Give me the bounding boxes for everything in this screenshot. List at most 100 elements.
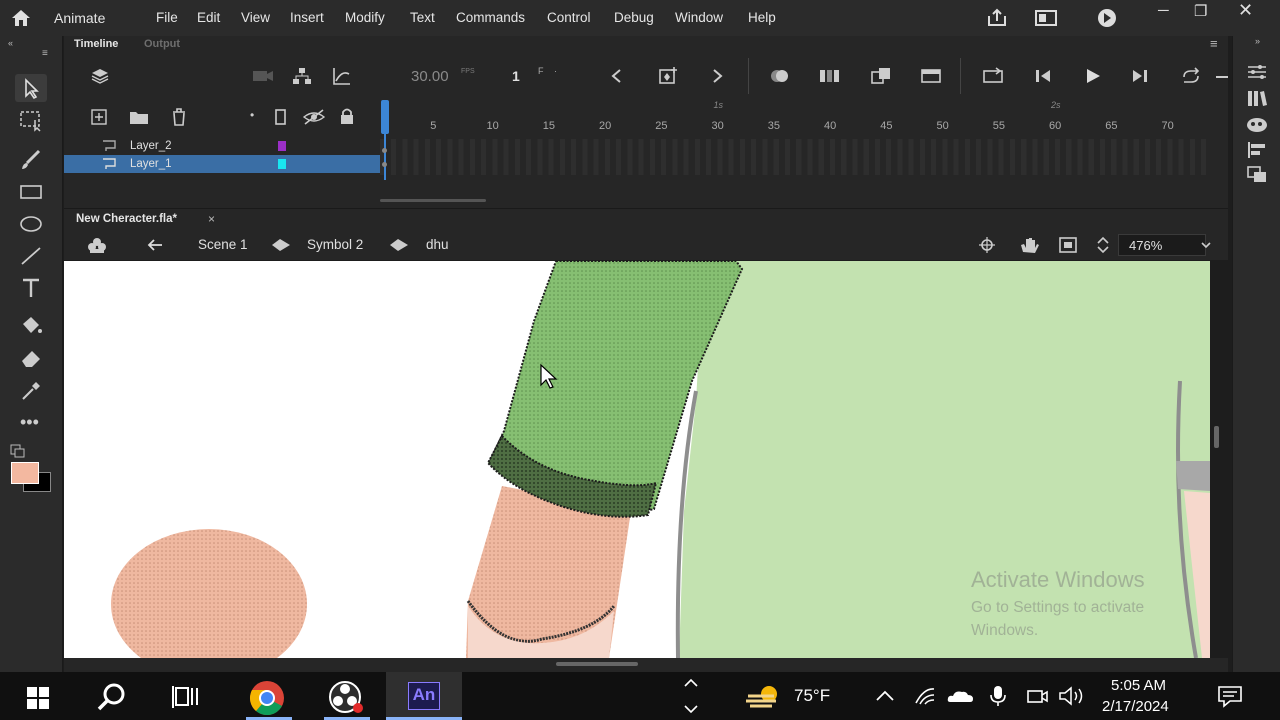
step-back-icon[interactable] [1034,68,1054,84]
outline-icon[interactable] [274,108,288,126]
close-icon[interactable]: ✕ [1238,0,1253,21]
workspace-icon[interactable] [1034,9,1058,27]
paint-bucket-tool[interactable] [18,314,44,338]
volume-icon[interactable] [1058,684,1088,708]
layers-icon[interactable] [90,66,110,86]
prev-keyframe-icon[interactable] [610,68,624,84]
menu-control[interactable]: Control [547,10,591,25]
selection-tool[interactable] [15,74,47,102]
collapse-icon[interactable]: « [8,38,13,48]
new-folder-icon[interactable] [128,108,150,126]
home-icon[interactable] [10,8,32,28]
onedrive-icon[interactable] [946,688,974,704]
menu-insert[interactable]: Insert [290,10,324,25]
stage-canvas[interactable]: Activate Windows Go to Settings to activ… [64,261,1210,658]
menu-help[interactable]: Help [748,10,776,25]
expand-icon[interactable]: » [1255,36,1260,46]
delete-icon[interactable] [170,107,188,127]
highlight-dot-icon[interactable]: • [250,108,254,122]
rectangle-tool[interactable] [18,180,44,204]
library-icon[interactable] [1245,88,1269,108]
stage-vertical-scrollbar[interactable] [1214,426,1219,448]
lock-icon[interactable] [338,106,356,126]
notifications-icon[interactable] [1216,684,1244,708]
layer-color[interactable] [278,159,286,169]
weather-temperature[interactable]: 75°F [794,686,830,706]
circle-shape[interactable] [111,529,307,658]
stage-horizontal-scrollbar[interactable] [556,662,638,666]
fill-color-swatch[interactable] [11,462,39,484]
text-tool[interactable] [18,276,44,300]
layer-name[interactable]: Layer_1 [130,158,172,170]
task-view-icon[interactable] [172,684,202,710]
layer-row[interactable]: Layer_2 [64,137,380,155]
tab-output[interactable]: Output [144,38,180,50]
frame-grid[interactable] [380,139,1210,175]
menu-view[interactable]: View [241,10,270,25]
onion-skin-icon[interactable] [768,68,792,84]
menu-modify[interactable]: Modify [345,10,385,25]
close-tab-icon[interactable]: × [208,212,215,226]
more-controls-icon[interactable] [1216,76,1228,78]
breadcrumb-dhu[interactable]: dhu [426,237,449,252]
insert-keyframe-icon[interactable] [658,65,680,85]
menu-window[interactable]: Window [675,10,723,25]
panel-menu-icon[interactable]: ≡ [42,48,48,59]
camera-icon[interactable] [252,68,274,84]
convert-frames-icon[interactable] [870,66,892,86]
frame-area[interactable]: 5 10 15 20 25 30 35 40 45 50 55 60 65 70 1s 2s [380,100,1210,180]
camera-tray-icon[interactable] [1026,686,1048,706]
more-tools-icon[interactable]: ••• [20,412,39,433]
weather-icon[interactable] [744,682,784,712]
eyedropper-tool[interactable] [18,378,44,402]
clock-date[interactable]: 2/17/2024 [1102,698,1169,715]
assets-icon[interactable] [1245,114,1269,134]
loop-playback-icon[interactable] [1180,67,1202,85]
menu-file[interactable]: File [156,10,178,25]
tab-timeline[interactable]: Timeline [74,38,118,50]
menu-debug[interactable]: Debug [614,10,654,25]
menu-edit[interactable]: Edit [197,10,220,25]
eraser-tool[interactable] [18,346,44,370]
zoom-field[interactable]: 476% [1118,234,1206,256]
new-layer-icon[interactable] [90,108,108,126]
back-arrow-icon[interactable] [146,238,164,252]
chevron-down-icon[interactable] [682,702,700,716]
fit-stage-icon[interactable] [1058,236,1078,254]
search-icon[interactable] [96,682,130,712]
layer-name[interactable]: Layer_2 [130,140,172,152]
free-transform-tool[interactable] [18,108,44,132]
brush-tool[interactable] [18,148,44,172]
oval-tool[interactable] [18,212,44,236]
symbol-icon[interactable] [86,236,108,254]
edit-multiple-frames-icon[interactable] [818,66,840,86]
test-movie-icon[interactable] [1096,8,1118,28]
loop-icon[interactable] [982,66,1004,86]
minimize-icon[interactable]: ─ [1158,2,1169,19]
tween-icon[interactable] [920,66,942,86]
keyframe-marker[interactable] [382,162,387,167]
breadcrumb-symbol[interactable]: Symbol 2 [307,237,363,252]
graph-icon[interactable] [332,66,352,86]
hierarchy-icon[interactable] [292,66,312,86]
clock-time[interactable]: 5:05 AM [1111,677,1166,694]
timeline-scrollbar[interactable] [380,199,486,202]
taskbar-chrome[interactable] [240,672,298,720]
taskbar-obs[interactable] [318,672,376,720]
fps-value[interactable]: 30.00 [411,68,449,85]
line-tool[interactable] [18,244,44,268]
next-keyframe-icon[interactable] [710,68,724,84]
menu-text[interactable]: Text [410,10,435,25]
align-icon[interactable] [1245,140,1269,160]
document-tab-title[interactable]: New Cheracter.fla* [76,213,177,225]
step-forward-icon[interactable] [1130,68,1150,84]
tray-chevron-icon[interactable] [874,688,896,704]
playhead[interactable] [381,100,389,134]
swap-colors-icon[interactable] [10,444,26,458]
breadcrumb-scene[interactable]: Scene 1 [198,237,248,252]
layer-row[interactable]: Layer_1 [64,155,380,173]
restore-icon[interactable]: ❐ [1194,2,1207,20]
layer-color[interactable] [278,141,286,151]
keyframe-marker[interactable] [382,148,387,153]
wifi-icon[interactable] [914,686,936,706]
